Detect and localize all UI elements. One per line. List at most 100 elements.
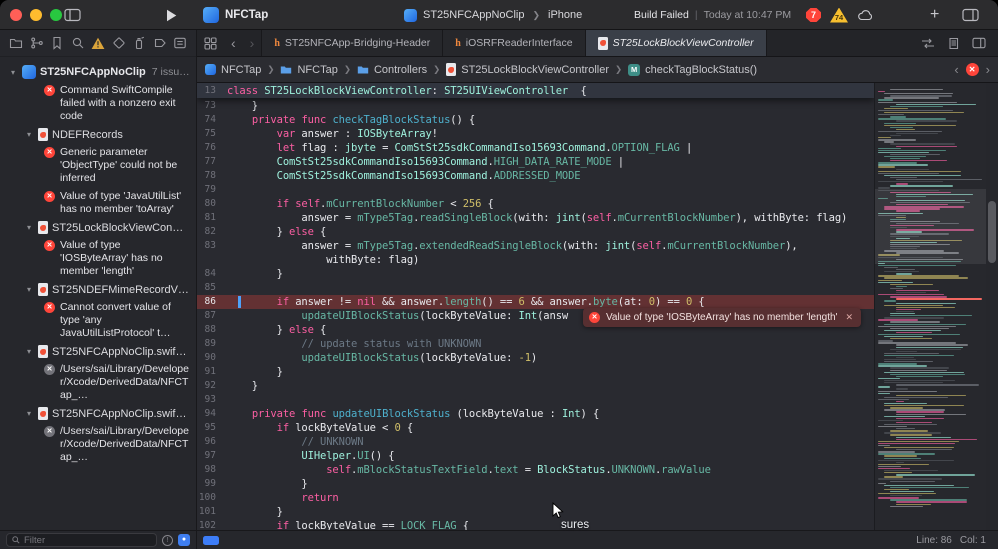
issue-item[interactable]: ✕ Generic parameter 'ObjectType' could no… bbox=[0, 144, 196, 188]
find-navigator-icon[interactable] bbox=[71, 36, 85, 50]
line-number[interactable]: 101 bbox=[197, 505, 227, 519]
code-line-76[interactable]: 76 let flag : jbyte = ComStSt25sdkComman… bbox=[197, 141, 874, 155]
line-number[interactable]: 78 bbox=[197, 169, 227, 183]
test-navigator-icon[interactable] bbox=[112, 36, 126, 50]
code-line-75[interactable]: 75 var answer : IOSByteArray! bbox=[197, 127, 874, 141]
code-line-89[interactable]: 89 // update status with UNKNOWN bbox=[197, 337, 874, 351]
breadcrumb-method[interactable]: checkTagBlockStatus() bbox=[645, 64, 757, 76]
code-line-97[interactable]: 97 UIHelper.UI() { bbox=[197, 449, 874, 463]
line-number[interactable]: 91 bbox=[197, 365, 227, 379]
line-number[interactable]: 85 bbox=[197, 281, 227, 295]
code-line-77[interactable]: 77 ComStSt25sdkCommandIso15693Command.HI… bbox=[197, 155, 874, 169]
tab-ios-rf-reader-interface[interactable]: h iOSRFReaderInterface bbox=[443, 30, 586, 56]
show-errors-only-toggle[interactable]: ! bbox=[162, 534, 173, 546]
code-line-95[interactable]: 95 if lockByteValue < 0 { bbox=[197, 421, 874, 435]
line-number[interactable]: 76 bbox=[197, 141, 227, 155]
scheme-selector[interactable]: ST25NFCAppNoClip ❯ iPhone bbox=[404, 0, 582, 30]
line-number[interactable]: 74 bbox=[197, 113, 227, 127]
disclosure-icon[interactable]: ▾ bbox=[24, 409, 34, 418]
code-line-wrap[interactable]: withByte: flag) bbox=[197, 253, 874, 267]
breadcrumb-file[interactable]: ST25LockBlockViewController bbox=[461, 64, 609, 76]
line-number[interactable]: 88 bbox=[197, 323, 227, 337]
minimap-viewport[interactable] bbox=[875, 189, 986, 264]
line-number[interactable]: 75 bbox=[197, 127, 227, 141]
tab-st25-lock-block-view-controller[interactable]: ST25LockBlockViewController bbox=[585, 30, 767, 56]
issue-navigator-icon-selected[interactable] bbox=[91, 37, 105, 50]
minimap-toggle-icon[interactable] bbox=[947, 37, 960, 50]
code-line-83[interactable]: 83 answer = mType5Tag.extendedReadSingle… bbox=[197, 239, 874, 253]
line-number[interactable]: 77 bbox=[197, 155, 227, 169]
code-line-85[interactable]: 85 bbox=[197, 281, 874, 295]
line-number[interactable]: 100 bbox=[197, 491, 227, 505]
code-line-99[interactable]: 99 } bbox=[197, 477, 874, 491]
code-line-101[interactable]: 101 } bbox=[197, 505, 874, 519]
code-line-86[interactable]: 86 if answer != nil && answer.length() =… bbox=[197, 295, 874, 309]
issue-item[interactable]: ✕ /Users/sai/Library/Developer/Xcode/Deri… bbox=[0, 423, 196, 467]
project-navigator-icon[interactable] bbox=[9, 36, 23, 50]
line-number[interactable]: 97 bbox=[197, 449, 227, 463]
line-number[interactable]: 79 bbox=[197, 183, 227, 197]
code-line-73[interactable]: 73 } bbox=[197, 99, 874, 113]
sidebar-toggle-icon[interactable] bbox=[64, 0, 81, 30]
code-line-82[interactable]: 82 } else { bbox=[197, 225, 874, 239]
code-line-92[interactable]: 92 } bbox=[197, 379, 874, 393]
code-line-80[interactable]: 80 if self.mCurrentBlockNumber < 256 { bbox=[197, 197, 874, 211]
issue-group-file[interactable]: ▾ ST25NFCAppNoClip.swif… bbox=[0, 343, 196, 361]
line-number[interactable]: 73 bbox=[197, 99, 227, 113]
code-line-91[interactable]: 91 } bbox=[197, 365, 874, 379]
show-latest-build-toggle[interactable]: ● bbox=[178, 534, 190, 546]
code-line-79[interactable]: 79 bbox=[197, 183, 874, 197]
line-number[interactable]: 81 bbox=[197, 211, 227, 225]
code-line-96[interactable]: 96 // UNKNOWN bbox=[197, 435, 874, 449]
line-number[interactable]: 80 bbox=[197, 197, 227, 211]
line-number[interactable]: 90 bbox=[197, 351, 227, 365]
disclosure-icon[interactable]: ▾ bbox=[24, 285, 34, 294]
error-count-badge[interactable]: 7 bbox=[806, 8, 821, 22]
line-number[interactable]: 89 bbox=[197, 337, 227, 351]
report-navigator-icon[interactable] bbox=[173, 36, 187, 50]
add-editor-icon[interactable] bbox=[972, 37, 986, 49]
run-button[interactable] bbox=[166, 0, 177, 30]
breadcrumb-project[interactable]: NFCTap bbox=[221, 64, 261, 76]
code-line-81[interactable]: 81 answer = mType5Tag.readSingleBlock(wi… bbox=[197, 211, 874, 225]
line-number[interactable]: 95 bbox=[197, 421, 227, 435]
scheme-name[interactable]: ST25NFCAppNoClip bbox=[423, 9, 524, 21]
swap-editors-icon[interactable] bbox=[921, 38, 935, 49]
scrollbar-thumb[interactable] bbox=[988, 201, 996, 263]
warning-count-badge[interactable]: 74 bbox=[830, 7, 848, 23]
line-number[interactable]: 82 bbox=[197, 225, 227, 239]
code-line-74[interactable]: 74 private func checkTagBlockStatus() { bbox=[197, 113, 874, 127]
line-number[interactable]: 102 bbox=[197, 519, 227, 530]
source-control-icon[interactable] bbox=[30, 36, 44, 50]
line-number[interactable]: 87 bbox=[197, 309, 227, 323]
issue-group-file[interactable]: ▾ ST25NFCAppNoClip.swif… bbox=[0, 405, 196, 423]
close-window-button[interactable] bbox=[10, 9, 22, 21]
minimap[interactable] bbox=[874, 83, 986, 530]
activity-view[interactable]: Build Failed | Today at 10:47 PM bbox=[634, 0, 791, 30]
issue-item[interactable]: ✕ /Users/sai/Library/Developer/Xcode/Deri… bbox=[0, 361, 196, 405]
zoom-window-button[interactable] bbox=[50, 9, 62, 21]
code-line-98[interactable]: 98 self.mBlockStatusTextField.text = Blo… bbox=[197, 463, 874, 477]
scrollbar-track[interactable] bbox=[986, 83, 998, 530]
line-number[interactable]: 84 bbox=[197, 267, 227, 281]
indicator-pill[interactable] bbox=[203, 535, 219, 545]
line-number[interactable]: 93 bbox=[197, 393, 227, 407]
tab-bridging-header[interactable]: h ST25NFCApp-Bridging-Header bbox=[261, 30, 444, 56]
issue-group-project[interactable]: ▾ ST25NFCAppNoClip 7 issu… bbox=[0, 63, 196, 82]
cloud-icon[interactable] bbox=[857, 9, 875, 21]
debug-navigator-icon[interactable] bbox=[132, 36, 146, 50]
next-issue-icon[interactable]: › bbox=[986, 62, 990, 77]
code-line-84[interactable]: 84 } bbox=[197, 267, 874, 281]
code-line-94[interactable]: 94 private func updateUIBlockStatus (loc… bbox=[197, 407, 874, 421]
source-editor[interactable]: 13 class ST25LockBlockViewController: ST… bbox=[197, 83, 874, 530]
issue-group-file[interactable]: ▾ ST25NDEFMimeRecordV… bbox=[0, 281, 196, 299]
close-icon[interactable]: ✕ bbox=[845, 312, 853, 323]
issue-item[interactable]: ✕ Value of type 'IOSByteArray' has no mem… bbox=[0, 237, 196, 281]
line-number[interactable]: 94 bbox=[197, 407, 227, 421]
inspector-toggle-icon[interactable] bbox=[962, 0, 979, 30]
line-number[interactable]: 96 bbox=[197, 435, 227, 449]
back-chevron-icon[interactable]: ‹ bbox=[224, 30, 243, 56]
line-number[interactable]: 83 bbox=[197, 239, 227, 253]
disclosure-icon[interactable]: ▾ bbox=[24, 130, 34, 139]
line-number[interactable] bbox=[197, 253, 227, 267]
